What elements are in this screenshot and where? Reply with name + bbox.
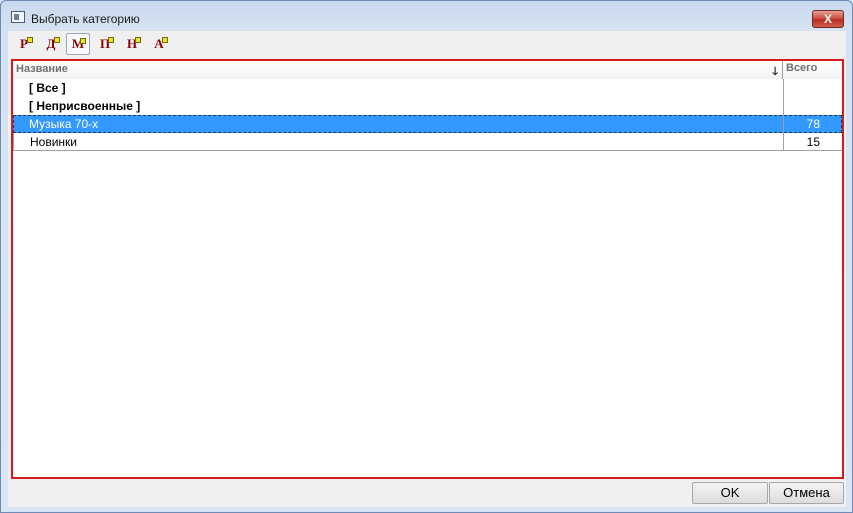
ok-button[interactable]: OK [692,482,768,504]
dialog-window: Выбрать категорию X Р Д М П Н А Название… [0,0,853,513]
table-body: [ Все ] [ Неприсвоенные ] Музыка 70-х 78… [13,79,842,151]
dialog-body: Р Д М П Н А Название 🡓 Всего [Все] [Н… [8,31,846,507]
table-row[interactable]: Новинки 15 [13,133,842,151]
title-bar[interactable]: Выбрать категорию X [1,1,852,31]
table-row[interactable]: [ Неприсвоенные ] [13,97,842,115]
table-header: Название 🡓 Всего [13,61,842,79]
row-name: Музыка 70-х [29,117,99,131]
toolbar-button-p[interactable]: П [93,33,117,55]
column-header-name[interactable]: Название 🡓 [13,61,783,79]
toolbar-button-n[interactable]: Н [120,33,144,55]
window-icon [11,11,25,23]
column-header-total[interactable]: Всего [783,61,842,79]
row-total [783,79,842,97]
category-table: Название 🡓 Всего [ Все ] [ Неприсвоенные… [11,59,844,479]
table-row[interactable]: [ Все ] [13,79,842,97]
row-name: Новинки [13,133,783,151]
row-total: 15 [783,133,842,151]
toolbar-button-r[interactable]: Р [12,33,36,55]
table-row-selected[interactable]: Музыка 70-х 78 [13,115,842,133]
toolbar-button-a[interactable]: А [147,33,171,55]
window-title: Выбрать категорию [31,12,140,26]
row-total: 78 [783,115,842,133]
close-icon: X [823,12,832,26]
toolbar-button-d[interactable]: Д [39,33,63,55]
toolbar-button-m[interactable]: М [66,33,90,55]
row-total [783,97,842,115]
toolbar: Р Д М П Н А [8,31,846,57]
cancel-button[interactable]: Отмена [769,482,844,504]
close-button[interactable]: X [812,10,844,28]
row-name: [ Неприсвоенные ] [29,99,141,113]
row-name: [ Все ] [29,81,66,95]
